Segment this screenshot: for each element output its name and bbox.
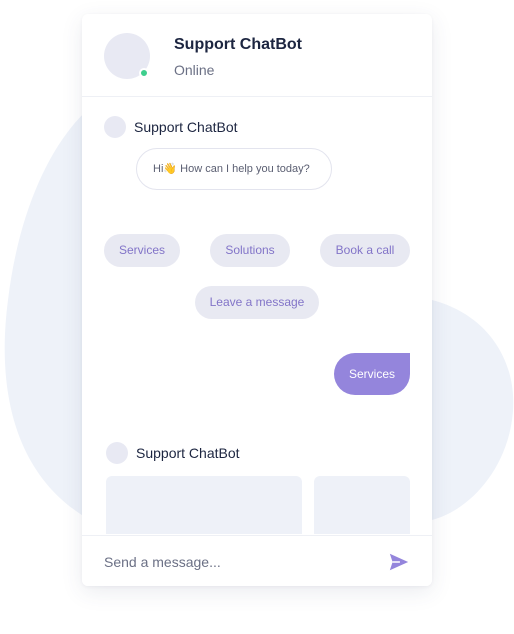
bot-greeting-bubble: Hi👋 How can I help you today? [136, 148, 332, 190]
quick-reply-services[interactable]: Services [104, 234, 180, 267]
bot-message-avatar [104, 116, 126, 138]
message-input[interactable] [104, 550, 374, 574]
send-icon[interactable] [388, 551, 410, 573]
user-message-bubble: Services [334, 353, 410, 395]
bot-message-name: Support ChatBot [136, 445, 240, 461]
chat-title: Support ChatBot [174, 36, 302, 53]
online-indicator [139, 68, 149, 78]
quick-reply-book-a-call[interactable]: Book a call [320, 234, 410, 267]
quick-reply-solutions[interactable]: Solutions [210, 234, 290, 267]
message-composer [82, 535, 432, 586]
bot-message-avatar [106, 442, 128, 464]
bot-message-name: Support ChatBot [134, 119, 238, 135]
chat-header: Support ChatBot Online [82, 14, 432, 97]
service-card[interactable] [314, 476, 410, 534]
message-list: Support ChatBot Hi👋 How can I help you t… [82, 98, 432, 534]
service-card[interactable] [106, 476, 302, 534]
chat-status: Online [174, 62, 215, 78]
chat-widget: Support ChatBot Online Support ChatBot H… [82, 14, 432, 586]
quick-reply-leave-a-message[interactable]: Leave a message [195, 286, 319, 319]
